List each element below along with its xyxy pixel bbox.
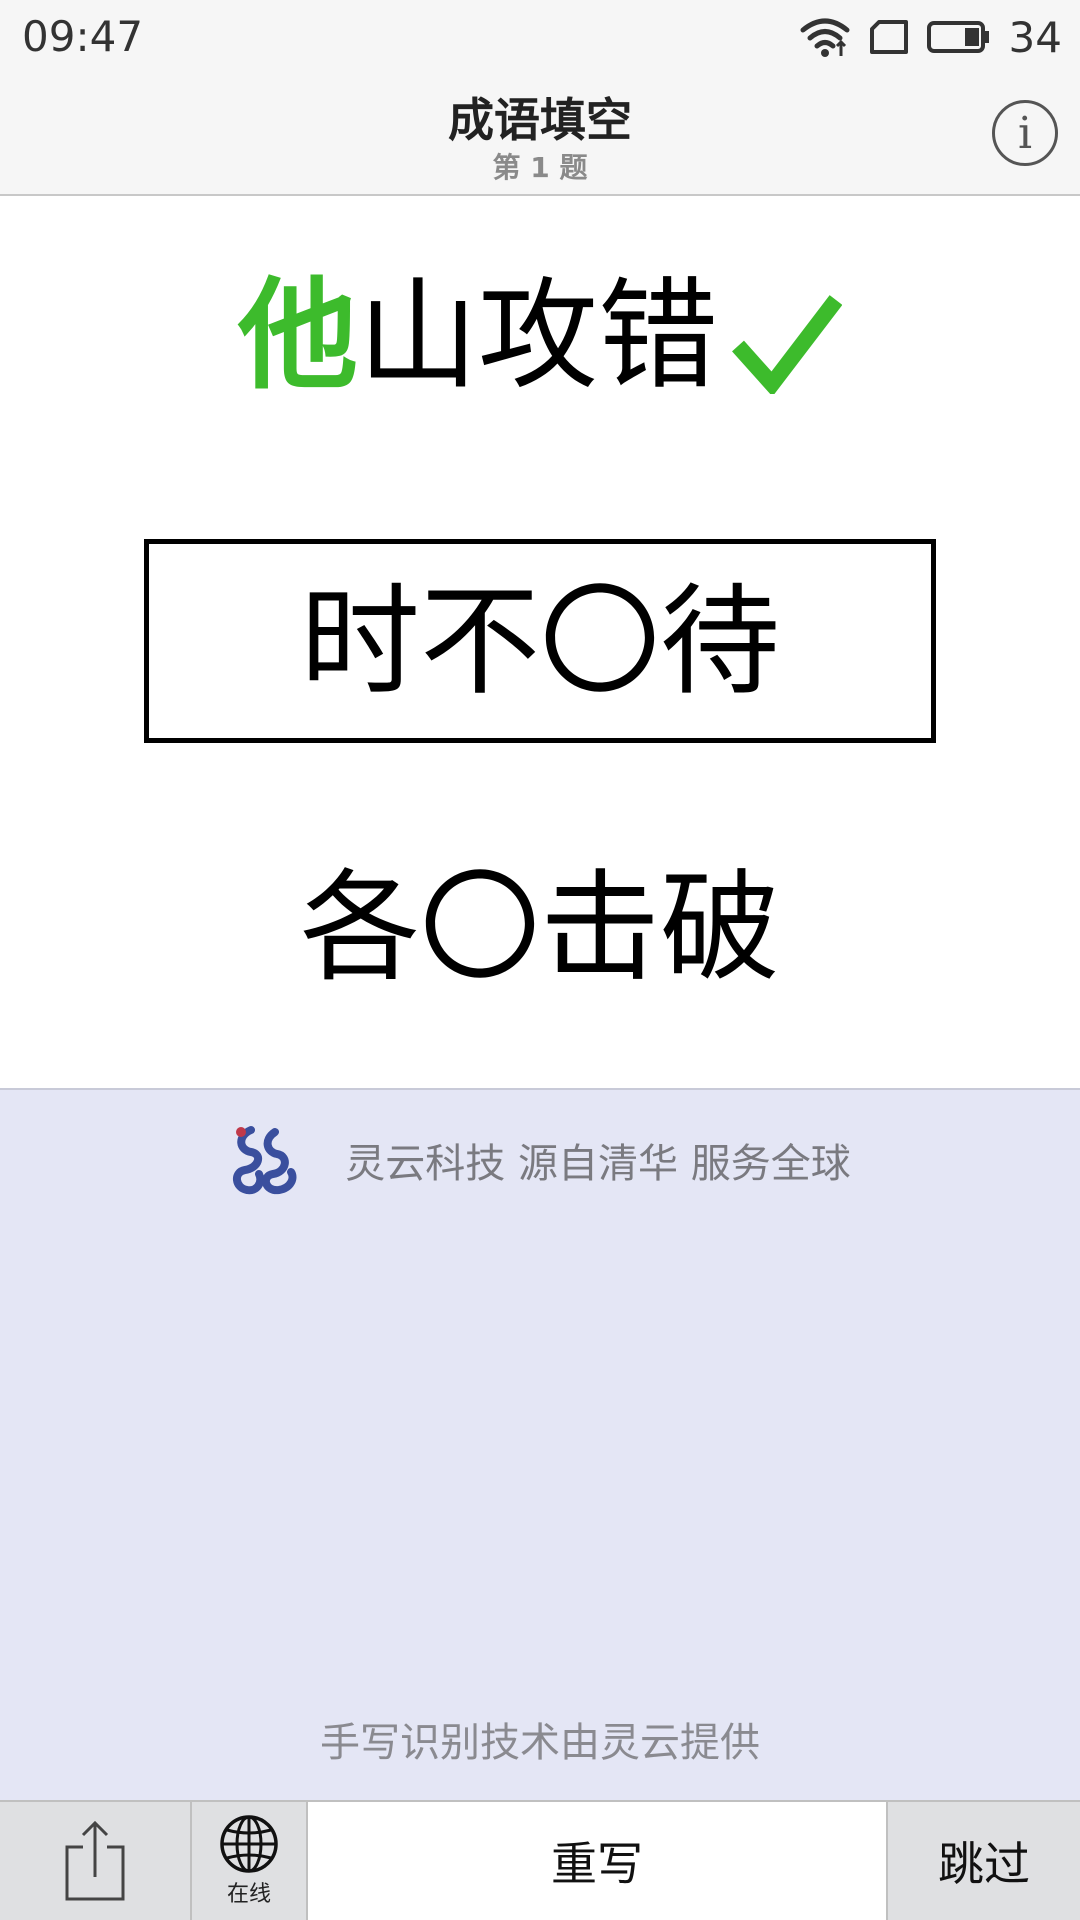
share-icon: [65, 1820, 125, 1901]
rewrite-button[interactable]: 重写: [308, 1802, 886, 1920]
handwriting-pad[interactable]: 灵云科技 源自清华 服务全球 手写识别技术由灵云提供: [0, 1088, 1080, 1800]
puzzle-area: 他山攻错 时不〇待 各〇击破: [0, 196, 1080, 1088]
idiom-row-answered: 他山攻错: [0, 272, 1080, 402]
lingyun-logo-icon: [233, 1126, 297, 1195]
status-icons: 34: [781, 12, 1062, 62]
status-time: 09:47: [22, 12, 144, 61]
skip-button[interactable]: 跳过: [886, 1802, 1080, 1920]
globe-icon: [220, 1815, 278, 1873]
online-label: 在线: [226, 1882, 271, 1907]
nav-bar: 成语填空 第 1 题 i: [0, 72, 1080, 196]
battery-icon: [926, 21, 989, 53]
bottom-toolbar: 在线 重写 跳过: [0, 1800, 1080, 1920]
idiom-row-active[interactable]: 时不〇待: [0, 578, 1080, 708]
battery-percent: 34: [1008, 12, 1062, 62]
brand-slogan: 灵云科技 源自清华 服务全球: [345, 1141, 851, 1187]
page-title: 成语填空: [448, 93, 632, 147]
wifi-icon: [800, 18, 850, 57]
online-mode-button[interactable]: 在线: [192, 1802, 308, 1920]
brand-row: 灵云科技 源自清华 服务全球: [0, 1120, 1080, 1200]
answered-char: 他: [238, 267, 358, 406]
sim-card-icon: [869, 20, 908, 54]
idiom-rest-text: 山攻错: [358, 267, 718, 406]
powered-by-credit: 手写识别技术由灵云提供: [320, 1720, 760, 1766]
info-button[interactable]: i: [992, 100, 1058, 166]
info-icon: i: [1017, 107, 1033, 159]
share-button[interactable]: [0, 1802, 192, 1920]
check-icon: [732, 295, 842, 395]
idiom-row-next[interactable]: 各〇击破: [0, 864, 1080, 994]
question-number: 第 1 题: [492, 151, 588, 184]
status-bar: 09:47 34: [0, 0, 1080, 72]
